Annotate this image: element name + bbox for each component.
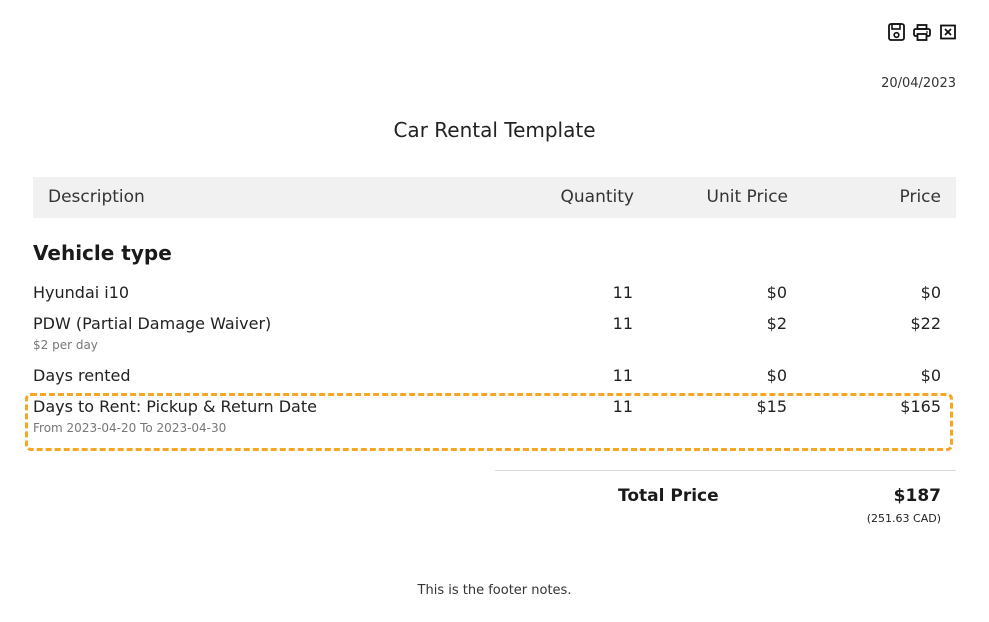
item-price: $22	[910, 314, 941, 333]
highlight-box	[25, 393, 953, 451]
item-quantity: 11	[612, 283, 633, 302]
section-title: Vehicle type	[33, 241, 172, 265]
close-button[interactable]	[939, 22, 957, 42]
document-date: 20/04/2023	[881, 76, 956, 91]
item-description: Hyundai i10	[33, 283, 130, 302]
save-button[interactable]	[887, 22, 905, 42]
total-value: $187	[893, 486, 941, 506]
page-title: Car Rental Template	[393, 118, 596, 142]
table-header: Description Quantity Unit Price Price	[33, 177, 956, 218]
save-icon	[887, 23, 905, 41]
header-description: Description	[48, 187, 145, 207]
total-converted: (251.63 CAD)	[866, 512, 941, 525]
total-label: Total Price	[618, 486, 719, 506]
item-unit-price: $0	[766, 366, 787, 385]
header-unit-price: Unit Price	[706, 187, 788, 207]
close-icon	[940, 24, 956, 40]
item-quantity: 11	[612, 366, 633, 385]
item-unit-price: $0	[766, 283, 787, 302]
header-price: Price	[899, 187, 941, 207]
header-quantity: Quantity	[560, 187, 634, 207]
footer-notes: This is the footer notes.	[417, 583, 572, 598]
item-description: PDW (Partial Damage Waiver)	[33, 314, 272, 333]
divider	[495, 470, 956, 471]
toolbar	[887, 22, 957, 42]
item-price: $0	[920, 283, 941, 302]
print-icon	[913, 23, 931, 41]
item-unit-price: $2	[766, 314, 787, 333]
item-description: Days rented	[33, 366, 131, 385]
item-price: $0	[920, 366, 941, 385]
item-quantity: 11	[612, 314, 633, 333]
item-subtext: $2 per day	[33, 338, 98, 352]
print-button[interactable]	[913, 22, 931, 42]
